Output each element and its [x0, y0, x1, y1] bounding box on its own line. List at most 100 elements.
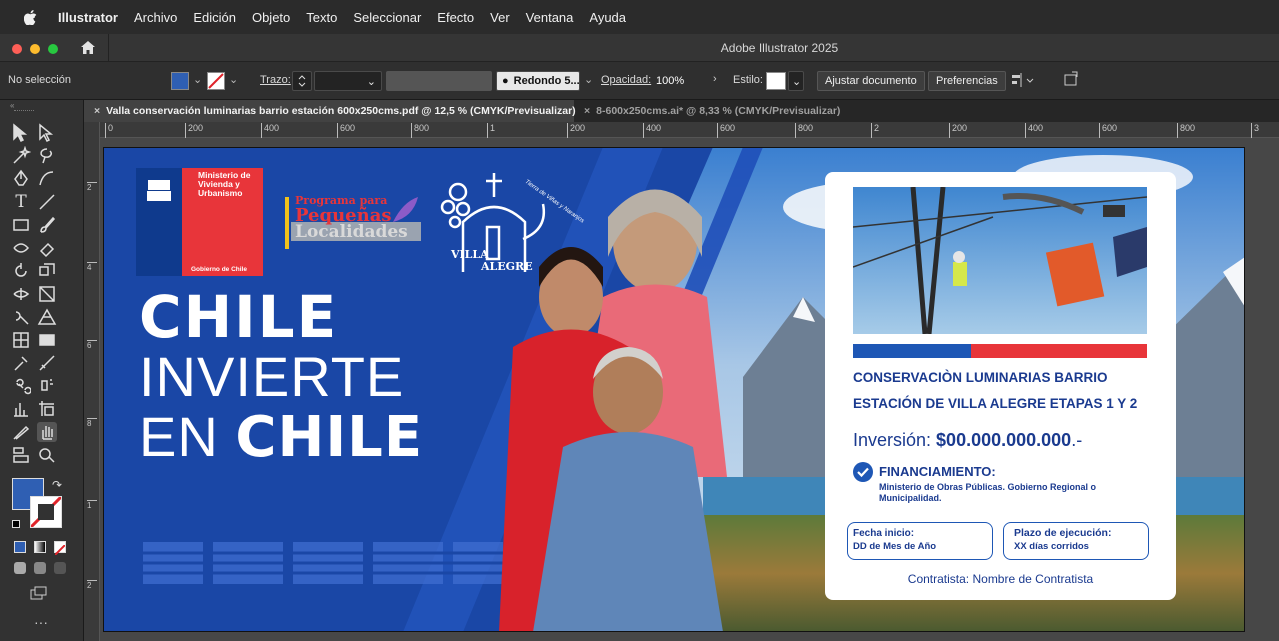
ruler-tick-label: 1 [87, 500, 97, 511]
menu-seleccionar[interactable]: Seleccionar [345, 10, 429, 25]
headline-line2: INVIERTE [139, 345, 405, 408]
canvas-area[interactable]: Ministerio de Vivienda y Urbanismo Gobie… [100, 138, 1279, 641]
tab-label: Valla conservación luminarias barrio est… [106, 105, 576, 117]
stroke-dropdown-chevron-icon[interactable]: ⌄ [229, 73, 238, 86]
fill-swatch[interactable] [171, 72, 189, 90]
blend-tool-icon[interactable] [10, 375, 32, 397]
screen-mode-icon[interactable] [30, 586, 48, 607]
ministerio-line3: Urbanismo [198, 188, 243, 198]
draw-behind-icon[interactable] [34, 562, 46, 574]
direct-selection-tool-icon[interactable] [36, 122, 58, 144]
stroke-color-box[interactable] [29, 495, 63, 529]
align-icon[interactable] [1010, 72, 1036, 91]
fill-dropdown-chevron-icon[interactable]: ⌄ [193, 73, 202, 86]
ruler-tick-label: 800 [795, 123, 813, 138]
draw-inside-icon[interactable] [54, 562, 66, 574]
tab-valla-pdf[interactable]: × Valla conservación luminarias barrio e… [84, 100, 576, 122]
scale-tool-icon[interactable] [36, 260, 58, 282]
type-tool-icon[interactable]: T [10, 191, 32, 213]
menu-ayuda[interactable]: Ayuda [581, 10, 634, 25]
curvature-tool-icon[interactable] [36, 168, 58, 190]
menu-texto[interactable]: Texto [298, 10, 345, 25]
color-mode-icon[interactable] [14, 541, 26, 553]
term-value: XX días corridos [1014, 541, 1089, 552]
stroke-weight-input[interactable]: ⌄ [314, 71, 382, 91]
rotate-tool-icon[interactable] [10, 260, 32, 282]
opacity-label[interactable]: Opacidad: [601, 74, 651, 86]
opacity-input[interactable]: 100% [651, 71, 707, 91]
stroke-swatch[interactable] [207, 72, 225, 90]
preferences-button[interactable]: Preferencias [928, 71, 1006, 91]
width-tool-icon[interactable] [10, 283, 32, 305]
graphic-style-swatch[interactable] [766, 72, 786, 90]
worker-photo [853, 187, 1147, 334]
shaper-tool-icon[interactable] [10, 237, 32, 259]
hand-tool-icon[interactable] [36, 421, 58, 443]
close-tab-icon[interactable]: × [94, 105, 100, 117]
paintbrush-tool-icon[interactable] [36, 214, 58, 236]
menu-ver[interactable]: Ver [482, 10, 518, 25]
variable-width-profile[interactable] [386, 71, 492, 91]
collapse-panel-icon[interactable]: « [10, 101, 14, 110]
mesh-tool-icon[interactable] [10, 329, 32, 351]
menu-efecto[interactable]: Efecto [429, 10, 482, 25]
artboard[interactable]: Ministerio de Vivienda y Urbanismo Gobie… [103, 147, 1245, 632]
default-colors-icon[interactable] [12, 520, 20, 528]
eraser-tool-icon[interactable] [36, 237, 58, 259]
selection-behind-icon[interactable] [10, 444, 32, 466]
brush-definition[interactable]: ● Redondo 5... [496, 71, 580, 91]
perspective-grid-tool-icon[interactable] [36, 306, 58, 328]
slice-tool-icon[interactable] [10, 421, 32, 443]
financing-text-line1: Ministerio de Obras Públicas. Gobierno R… [879, 482, 1097, 492]
menu-edicion[interactable]: Edición [185, 10, 244, 25]
ministerio-logo-text: Ministerio de Vivienda y Urbanismo [198, 171, 250, 198]
gradient-mode-icon[interactable] [34, 541, 46, 553]
ruler-tick-label: 600 [717, 123, 735, 138]
close-tab-icon[interactable]: × [584, 105, 590, 117]
horizontal-ruler[interactable]: 0 200 400 600 800 1 200 400 600 800 2 200 400 600 800 3 [100, 122, 1279, 138]
column-graph-tool-icon[interactable] [10, 398, 32, 420]
pen-tool-icon[interactable] [10, 168, 32, 190]
headline-chile-bold: CHILE [235, 405, 424, 470]
ruler-tick-label: 200 [567, 123, 585, 138]
ruler-tick-label: 800 [411, 123, 429, 138]
tab-8-600x250-ai[interactable]: × 8-600x250cms.ai* @ 8,33 % (CMYK/Previs… [574, 100, 864, 122]
none-mode-icon[interactable] [54, 541, 66, 556]
magic-wand-tool-icon[interactable] [10, 145, 32, 167]
arrange-documents-icon[interactable] [1063, 71, 1079, 90]
menu-archivo[interactable]: Archivo [126, 10, 185, 25]
rectangle-tool-icon[interactable] [10, 214, 32, 236]
symbol-sprayer-tool-icon[interactable] [36, 375, 58, 397]
shape-builder-tool-icon[interactable] [10, 306, 32, 328]
menu-objeto[interactable]: Objeto [244, 10, 298, 25]
ruler-tick-label: 2 [87, 580, 97, 591]
free-transform-tool-icon[interactable] [36, 283, 58, 305]
stroke-label[interactable]: Trazo: [260, 74, 291, 86]
zoom-tool-icon[interactable] [36, 444, 58, 466]
style-dropdown-chevron-icon[interactable]: ⌄ [788, 71, 804, 91]
artboard-tool-icon[interactable] [36, 398, 58, 420]
lasso-tool-icon[interactable] [36, 145, 58, 167]
drag-handle[interactable] [14, 110, 34, 112]
edit-toolbar-icon[interactable]: ··· [34, 614, 48, 630]
brush-dropdown-chevron-icon[interactable]: ⌄ [584, 73, 593, 86]
draw-normal-icon[interactable] [14, 562, 26, 574]
style-label: Estilo: [733, 74, 763, 86]
headline-line1: CHILE [139, 283, 339, 351]
vertical-ruler[interactable]: 2 4 6 8 1 2 [84, 122, 100, 641]
menu-ventana[interactable]: Ventana [518, 10, 582, 25]
info-card: CONSERVACIÒN LUMINARIAS BARRIO ESTACIÓN … [825, 172, 1176, 600]
swap-colors-icon[interactable]: ↷ [52, 478, 62, 492]
line-tool-icon[interactable] [36, 191, 58, 213]
apple-icon[interactable] [20, 9, 40, 25]
eyedropper-tool-icon[interactable] [10, 352, 32, 374]
opacity-arrow-icon[interactable]: › [713, 73, 717, 85]
fit-document-button[interactable]: Ajustar documento [817, 71, 925, 91]
menu-illustrator[interactable]: Illustrator [50, 10, 126, 25]
measure-tool-icon[interactable] [36, 352, 58, 374]
ruler-tick-label: 0 [105, 123, 113, 138]
stroke-weight-stepper[interactable] [292, 71, 312, 91]
tab-label: 8-600x250cms.ai* @ 8,33 % (CMYK/Previsua… [596, 105, 841, 117]
gradient-tool-icon[interactable] [36, 329, 58, 351]
selection-tool-icon[interactable] [10, 122, 32, 144]
